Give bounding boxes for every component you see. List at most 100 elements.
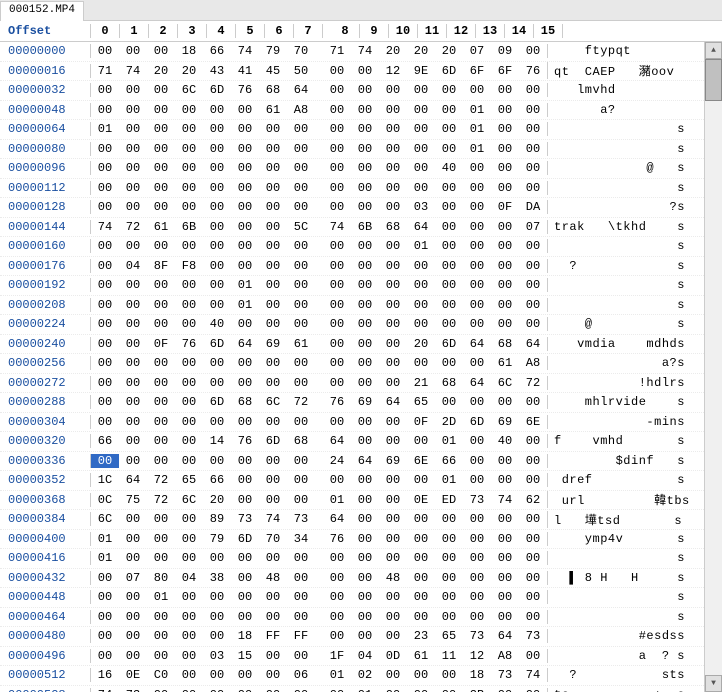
hex-cell[interactable]: 00	[407, 512, 435, 526]
hex-row[interactable]: 00000528747300000000000000010000002B0000…	[0, 686, 722, 692]
hex-cell[interactable]: 00	[519, 395, 547, 409]
hex-cell[interactable]: 12	[379, 64, 407, 78]
hex-cell[interactable]: 00	[379, 161, 407, 175]
hex-cell[interactable]: 00	[435, 356, 463, 370]
hex-cell[interactable]: 00	[147, 161, 175, 175]
hex-cell[interactable]: 74	[91, 220, 119, 234]
hex-cell[interactable]: 07	[463, 44, 491, 58]
hex-row[interactable]: 0000022400000000400000000000000000000000…	[0, 315, 722, 335]
hex-cell[interactable]: 00	[491, 317, 519, 331]
hex-cell[interactable]: 00	[203, 610, 231, 624]
hex-cell[interactable]: 00	[379, 103, 407, 117]
hex-cell[interactable]: 2B	[463, 688, 491, 692]
hex-cell[interactable]: 00	[407, 122, 435, 136]
hex-cell[interactable]: 68	[379, 220, 407, 234]
hex-cell[interactable]: 00	[203, 181, 231, 195]
hex-cell[interactable]: 00	[519, 122, 547, 136]
hex-cell[interactable]: 00	[175, 142, 203, 156]
hex-cell[interactable]: 00	[259, 239, 287, 253]
hex-cell[interactable]: 00	[203, 415, 231, 429]
hex-cell[interactable]: 15	[231, 649, 259, 663]
hex-cell[interactable]: 00	[435, 610, 463, 624]
hex-cell[interactable]: 00	[119, 512, 147, 526]
hex-row[interactable]: 00000480000000000018FFFF0000002365736473…	[0, 627, 722, 647]
hex-cell[interactable]: 00	[351, 551, 379, 565]
hex-cell[interactable]: 00	[463, 278, 491, 292]
hex-cell[interactable]: 00	[379, 629, 407, 643]
hex-row[interactable]: 000003206600000014766D686400000001004000…	[0, 432, 722, 452]
hex-cell[interactable]: 00	[119, 278, 147, 292]
hex-cell[interactable]: 00	[519, 532, 547, 546]
scroll-up-button[interactable]: ▲	[705, 42, 722, 59]
hex-row[interactable]: 00000288000000006D686C727669646500000000…	[0, 393, 722, 413]
hex-cell[interactable]: 00	[287, 122, 315, 136]
hex-cell[interactable]: 00	[91, 181, 119, 195]
hex-cell[interactable]: 64	[491, 629, 519, 643]
hex-cell[interactable]: 45	[259, 64, 287, 78]
hex-cell[interactable]: 00	[323, 239, 351, 253]
hex-cell[interactable]: 00	[407, 83, 435, 97]
hex-cell[interactable]: 72	[147, 493, 175, 507]
hex-cell[interactable]: 00	[231, 200, 259, 214]
hex-cell[interactable]: 03	[203, 649, 231, 663]
hex-cell[interactable]: 00	[91, 142, 119, 156]
hex-cell[interactable]: 01	[323, 668, 351, 682]
hex-cell[interactable]: 00	[147, 376, 175, 390]
ascii-cell[interactable]: #esdss	[547, 629, 722, 643]
hex-cell[interactable]: 01	[463, 122, 491, 136]
vertical-scrollbar[interactable]: ▲ ▼	[704, 42, 722, 692]
hex-cell[interactable]: 00	[379, 181, 407, 195]
hex-cell[interactable]: 20	[407, 44, 435, 58]
hex-cell[interactable]: 00	[323, 356, 351, 370]
scroll-down-button[interactable]: ▼	[705, 675, 722, 692]
hex-cell[interactable]: 41	[231, 64, 259, 78]
hex-cell[interactable]: 00	[323, 551, 351, 565]
hex-cell[interactable]: 00	[91, 44, 119, 58]
hex-cell[interactable]: 00	[351, 83, 379, 97]
hex-cell[interactable]: 01	[231, 298, 259, 312]
hex-cell[interactable]: 00	[147, 434, 175, 448]
hex-cell[interactable]: 00	[119, 103, 147, 117]
hex-cell[interactable]: 07	[119, 571, 147, 585]
hex-row[interactable]: 00000512160EC000000000060102000000187374…	[0, 666, 722, 686]
hex-cell[interactable]: 74	[231, 44, 259, 58]
hex-cell[interactable]: 00	[175, 103, 203, 117]
hex-cell[interactable]: 00	[91, 239, 119, 253]
hex-row[interactable]: 000000320000006C6D7668640000000000000000…	[0, 81, 722, 101]
hex-cell[interactable]: 01	[91, 551, 119, 565]
hex-cell[interactable]: 00	[351, 512, 379, 526]
hex-cell[interactable]: 01	[91, 532, 119, 546]
hex-cell[interactable]: 00	[287, 610, 315, 624]
hex-cell[interactable]: 89	[203, 512, 231, 526]
hex-cell[interactable]: 00	[175, 278, 203, 292]
hex-cell[interactable]: 00	[323, 278, 351, 292]
hex-cell[interactable]: 64	[351, 454, 379, 468]
hex-cell[interactable]: 00	[119, 161, 147, 175]
hex-cell[interactable]: 68	[491, 337, 519, 351]
hex-cell[interactable]: 00	[119, 434, 147, 448]
hex-cell[interactable]: 00	[287, 356, 315, 370]
hex-cell[interactable]: 69	[379, 454, 407, 468]
hex-cell[interactable]: 73	[463, 493, 491, 507]
hex-cell[interactable]: 6B	[351, 220, 379, 234]
hex-cell[interactable]: 0C	[91, 493, 119, 507]
hex-cell[interactable]: 00	[203, 161, 231, 175]
hex-cell[interactable]: 00	[379, 317, 407, 331]
hex-cell[interactable]: 00	[231, 571, 259, 585]
hex-cell[interactable]: 00	[175, 415, 203, 429]
hex-cell[interactable]: 00	[147, 200, 175, 214]
hex-cell[interactable]: 00	[175, 629, 203, 643]
hex-cell[interactable]: 00	[435, 317, 463, 331]
hex-cell[interactable]: 6C	[491, 376, 519, 390]
hex-row[interactable]: 0000044800000100000000000000000000000000…	[0, 588, 722, 608]
hex-cell[interactable]: 00	[351, 259, 379, 273]
hex-cell[interactable]: 6D	[231, 532, 259, 546]
hex-cell[interactable]: 00	[259, 688, 287, 692]
hex-cell[interactable]: 00	[231, 454, 259, 468]
hex-cell[interactable]: 00	[203, 200, 231, 214]
hex-cell[interactable]: 00	[323, 103, 351, 117]
hex-cell[interactable]: 00	[259, 454, 287, 468]
hex-cell[interactable]: 0F	[491, 200, 519, 214]
hex-cell[interactable]: 00	[519, 688, 547, 692]
hex-cell[interactable]: 00	[287, 181, 315, 195]
